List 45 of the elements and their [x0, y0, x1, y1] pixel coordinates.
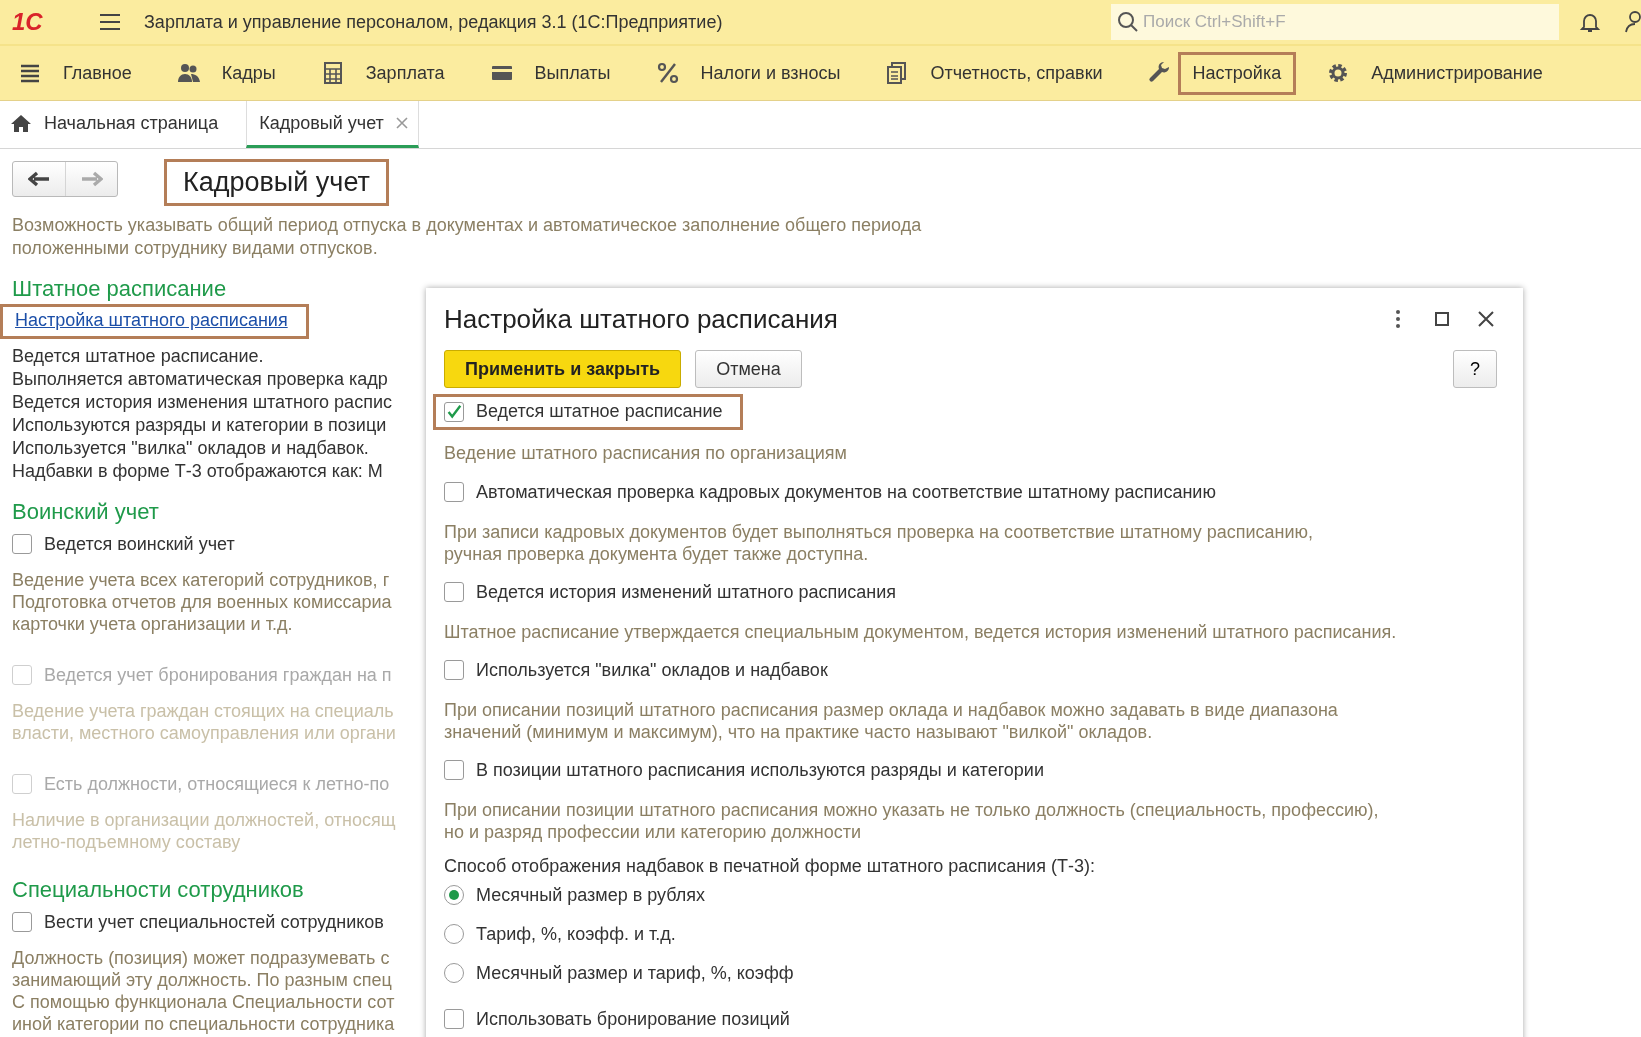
section-link[interactable]: Настройка: [1177, 51, 1297, 95]
description-text: При описании позиций штатного расписания размер оклада и надбавок можно задавать в виде диапазона значений (минимум и максимум), что на практике часто называют "вилкой" окладов.: [444, 699, 1339, 743]
radio-label[interactable]: Месячный размер в рублях: [476, 884, 706, 906]
app-logo: 1С: [12, 8, 44, 36]
section-link[interactable]: Налоги и взносы: [685, 51, 856, 95]
page-title: Кадровый учет: [164, 159, 389, 206]
app-title: Зарплата и управление персоналом, редакция 3.1 (1С:Предприятие): [144, 11, 723, 33]
section-link[interactable]: Отчетность, справки: [915, 51, 1118, 95]
section-heading: Воинский учет: [12, 499, 160, 525]
description-text: При описании позиции штатного расписания можно указать не только должность (специальность, профессию), но и разряд профессии или категорию должности: [444, 799, 1380, 843]
cancel-button[interactable]: Отмена: [695, 350, 802, 388]
checkbox-label[interactable]: Используется "вилка" окладов и надбавок: [476, 659, 828, 681]
description-text: Штатное расписание утверждается специальным документом, ведется история изменений штатного расписания.: [444, 621, 1398, 643]
option-caption: Способ отображения надбавок в печатной форме штатного расписания (Т-3):: [444, 855, 1096, 878]
section-link[interactable]: Зарплата: [350, 51, 460, 95]
tab[interactable]: Кадровый учет: [246, 101, 419, 148]
section-heading: Специальности сотрудников: [12, 877, 305, 903]
checkbox-label[interactable]: Ведется история изменений штатного расписания: [476, 581, 896, 603]
group-label: Ведение штатного расписания по организациям: [444, 442, 848, 465]
description-text: Должность (позиция) может подразумевать с занимающий эту должность. По разным спец С помощью функционала Специальности сот иной категории по специальности сотрудника: [12, 947, 396, 1035]
description-text: При записи кадровых документов будет выполняться проверка на соответствие штатному расписанию, ручная проверка документа будет также доступна.: [444, 521, 1314, 565]
dialog-title: Настройка штатного расписания: [444, 303, 838, 336]
section-link[interactable]: Кадры: [206, 51, 291, 95]
checkbox-label[interactable]: Автоматическая проверка кадровых документов на соответствие штатному расписанию: [476, 481, 1216, 503]
section-link[interactable]: Главное: [48, 51, 147, 95]
intro-text: Возможность указывать общий период отпуска в документах и автоматическое заполнение общего периода положенными сотруднику видами отпусков.: [12, 214, 923, 260]
checkbox-label[interactable]: Ведется воинский учет: [44, 533, 235, 555]
section-heading: Штатное расписание: [12, 276, 228, 302]
description-text: Ведение учета всех категорий сотрудников, г Подготовка отчетов для военных комиссариа карточки учета организации и т.д.: [12, 569, 393, 635]
checkbox-label[interactable]: Ведется штатное расписание: [476, 401, 723, 422]
section-link[interactable]: Выплаты: [519, 51, 626, 95]
help-button[interactable]: ?: [1453, 350, 1497, 388]
radio-label[interactable]: Месячный размер и тариф, %, коэфф: [476, 962, 794, 984]
settings-summary: Ведется штатное расписание. Выполняется автоматическая проверка кадр Ведется история изменения штатного распис Используются разряды и категории в позици Используется "вилка" окладов и надбавок. Надбавки в форме Т-3 отображаются как: М: [12, 345, 393, 483]
checkbox-label[interactable]: Использовать бронирование позиций: [476, 1008, 790, 1030]
apply-close-button[interactable]: Применить и закрыть: [444, 350, 682, 388]
description-text: Наличие в организации должностей, относящ летно-подъемному составу: [12, 809, 397, 853]
checkbox-label[interactable]: Вести учет специальностей сотрудников: [44, 911, 384, 933]
search-field[interactable]: Поиск Ctrl+Shift+F: [1111, 4, 1559, 40]
radio-label[interactable]: Тариф, %, коэфф. и т.д.: [476, 923, 676, 945]
tab[interactable]: Начальная страница: [10, 101, 233, 148]
description-text: Ведение учета граждан стоящих на специаль власти, местного самоуправления или органи: [12, 700, 397, 744]
checkbox-label[interactable]: В позиции штатного расписания используются разряды и категории: [476, 759, 1044, 781]
section-link[interactable]: Администрирование: [1356, 51, 1558, 95]
settings-link[interactable]: Настройка штатного расписания: [0, 304, 309, 339]
